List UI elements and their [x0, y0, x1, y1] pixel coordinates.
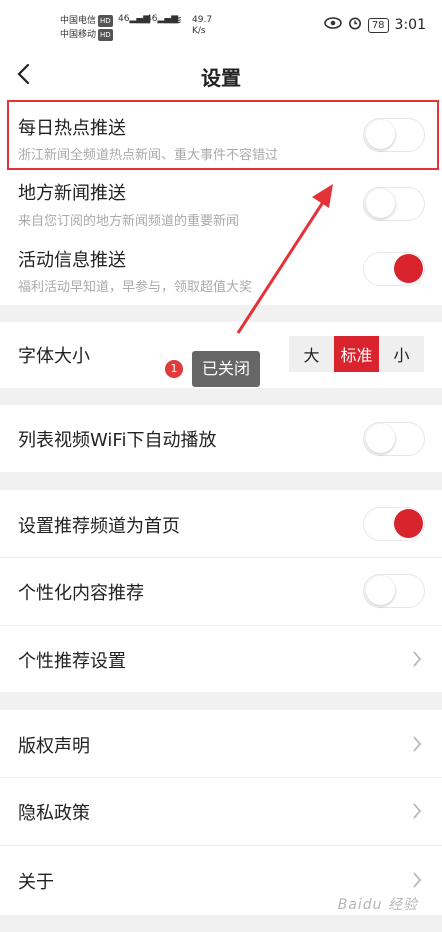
signal-2-label: 46 [146, 14, 158, 24]
toggle-knob [366, 189, 395, 218]
video-autoplay-label: 列表视频WiFi下自动播放 [18, 430, 217, 451]
toggle-knob [366, 576, 395, 605]
personalized-toggle[interactable] [363, 574, 425, 608]
chevron-right-icon [413, 736, 422, 752]
carrier-1-label: 中国电信 [60, 16, 97, 26]
recommend-row-personalized: 个性化内容推荐 [0, 558, 442, 625]
row-title: 隐私政策 [18, 803, 90, 824]
chevron-right-icon [413, 651, 422, 667]
net-speed: 49.7 K/s [192, 15, 212, 37]
activity-toggle[interactable] [363, 252, 425, 286]
video-autoplay-toggle[interactable] [363, 422, 425, 456]
eye-icon [324, 17, 342, 33]
recommend-section: 设置推荐频道为首页 个性化内容推荐 个性推荐设置 [0, 490, 442, 692]
chevron-right-icon [413, 803, 422, 819]
row-title: 关于 [18, 872, 54, 893]
chevron-right-icon [413, 872, 422, 888]
highlight-box [7, 100, 439, 170]
push-row-activity: 活动信息推送 福利活动早知道，早参与，领取超值大奖 [0, 238, 442, 305]
carrier-2-label: 中国移动 [60, 30, 97, 40]
battery-icon: 78 [367, 17, 389, 33]
step-badge: 1 [165, 360, 183, 378]
navbar: 设置 [0, 50, 442, 100]
recommend-row-settings[interactable]: 个性推荐设置 [0, 626, 442, 692]
hd-badge: HD [98, 29, 113, 41]
row-subtitle: 来自您订阅的地方新闻频道的重要新闻 [18, 214, 240, 229]
row-title: 地方新闻推送 [18, 183, 126, 204]
push-row-local-news: 地方新闻推送 来自您订阅的地方新闻频道的重要新闻 [0, 170, 442, 238]
local-news-toggle[interactable] [363, 187, 425, 221]
about-section: 版权声明 隐私政策 关于 [0, 710, 442, 915]
clock: 3:01 [394, 17, 426, 33]
toggle-knob [366, 424, 395, 453]
watermark: Baidu 经验 [337, 897, 418, 913]
status-bar: 中国电信 HD 中国移动 HD 46▂▄▆ 46▂▄▆ ≋ 49.7 K/s 78 … [0, 0, 442, 50]
battery-level: 78 [371, 19, 385, 31]
carrier-2: 中国移动 HD [60, 29, 113, 41]
font-size-small[interactable]: 小 [379, 336, 424, 372]
row-title: 设置推荐频道为首页 [18, 516, 180, 537]
annotation-tooltip: 已关闭 [192, 351, 261, 387]
about-row-privacy[interactable]: 隐私政策 [0, 778, 442, 845]
status-right: 78 3:01 [324, 16, 426, 34]
toggle-knob [394, 254, 423, 283]
homepage-toggle[interactable] [363, 507, 425, 541]
recommend-row-homepage: 设置推荐频道为首页 [0, 490, 442, 557]
font-size-large[interactable]: 大 [289, 336, 334, 372]
font-size-standard[interactable]: 标准 [334, 336, 379, 372]
video-section: 列表视频WiFi下自动播放 [0, 405, 442, 472]
signal-1-label: 46 [118, 14, 130, 24]
row-subtitle: 福利活动早知道，早参与，领取超值大奖 [18, 280, 253, 295]
toggle-knob [394, 509, 423, 538]
row-title: 版权声明 [18, 736, 90, 757]
net-speed-value: 49.7 [192, 15, 213, 25]
font-size-selector: 大 标准 小 [289, 336, 424, 372]
alarm-icon [348, 16, 362, 34]
row-title: 个性化内容推荐 [18, 583, 144, 604]
row-title: 活动信息推送 [18, 250, 126, 271]
row-title: 个性推荐设置 [18, 651, 126, 672]
net-speed-unit: K/s [192, 26, 206, 36]
wifi-icon: ≋ [172, 13, 183, 27]
font-size-label: 字体大小 [18, 346, 90, 367]
page-title: 设置 [201, 66, 241, 90]
hd-badge: HD [98, 15, 113, 27]
carrier-1: 中国电信 HD [60, 15, 113, 27]
about-row-copyright[interactable]: 版权声明 [0, 710, 442, 777]
